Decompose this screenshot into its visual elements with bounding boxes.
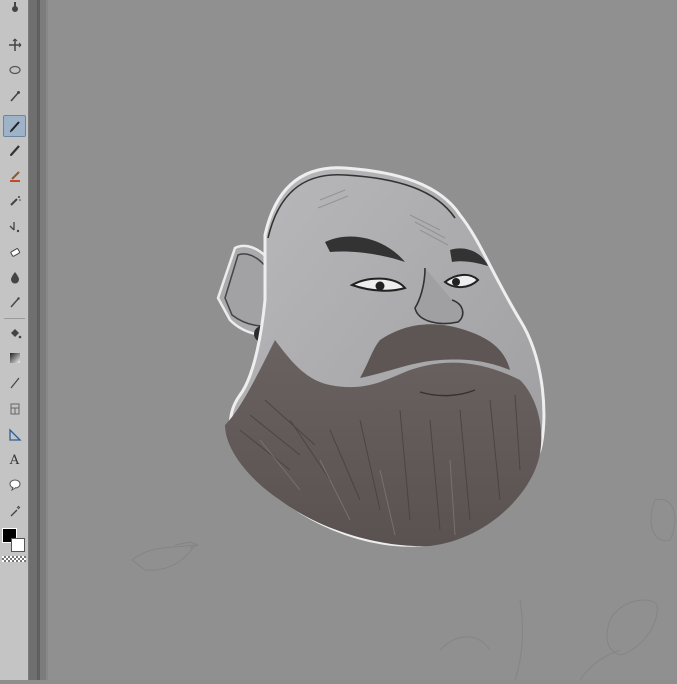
transparent-color-swatch[interactable] <box>2 556 26 562</box>
airbrush-icon <box>9 196 21 206</box>
airbrush-tool-button[interactable] <box>3 190 26 212</box>
blend-tool-button[interactable] <box>3 266 26 288</box>
pen-icon <box>9 121 20 133</box>
eraser-tool-button[interactable] <box>3 241 26 263</box>
text-tool-button[interactable]: A <box>3 449 26 471</box>
line-icon <box>10 377 19 389</box>
pencil-icon <box>9 145 20 156</box>
eyedropper-tool-button[interactable] <box>3 0 26 18</box>
brush-tool-button[interactable] <box>3 165 26 187</box>
magic-wand-tool-button[interactable] <box>3 85 26 107</box>
canvas-artwork <box>131 166 676 681</box>
sub-color-swatch[interactable] <box>11 538 25 552</box>
balloon-tool-button[interactable] <box>3 474 26 496</box>
text-icon: A <box>9 452 20 468</box>
gradient-tool-button[interactable] <box>3 347 26 369</box>
magic-wand-icon <box>9 91 20 102</box>
eyedropper-tool-button-2[interactable] <box>3 291 26 313</box>
gradient-icon <box>9 353 20 363</box>
ruler-icon <box>8 428 22 441</box>
pen-tool-button[interactable] <box>3 115 26 137</box>
move-tool-button[interactable] <box>3 34 26 56</box>
balloon-icon <box>9 479 20 492</box>
lasso-icon <box>8 65 21 75</box>
move-icon <box>8 38 21 51</box>
tool-palette: A <box>0 0 29 680</box>
eyedropper-icon <box>11 2 18 12</box>
correct-line-tool-button[interactable] <box>3 500 26 522</box>
eraser-icon <box>9 248 20 257</box>
lasso-tool-button[interactable] <box>3 60 26 82</box>
eyedropper-small-icon <box>9 297 20 308</box>
character-head <box>216 166 546 547</box>
brush-icon <box>9 171 20 182</box>
line-tool-button[interactable] <box>3 372 26 394</box>
fill-tool-button[interactable] <box>3 322 26 344</box>
frame-tool-button[interactable] <box>3 398 26 420</box>
blend-icon <box>10 272 19 284</box>
decoration-icon <box>9 222 19 233</box>
drawing-canvas[interactable] <box>48 0 677 681</box>
correct-line-icon <box>10 505 20 517</box>
toolbar-separator <box>4 318 25 319</box>
frame-icon <box>10 403 19 415</box>
pencil-tool-button[interactable] <box>3 139 26 161</box>
fill-icon <box>10 329 21 339</box>
toolbar-scroll-strip <box>29 0 37 680</box>
decoration-tool-button[interactable] <box>3 216 26 238</box>
ruler-tool-button[interactable] <box>3 424 26 446</box>
